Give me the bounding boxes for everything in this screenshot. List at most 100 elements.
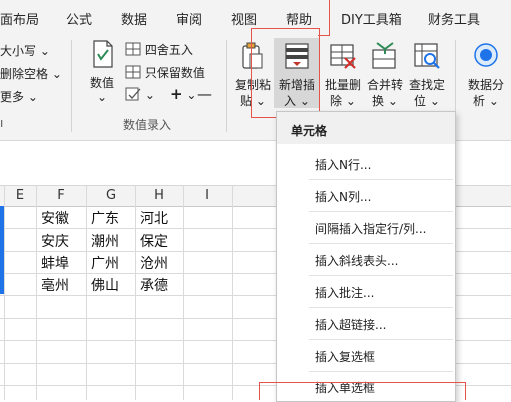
tab-finance-tools[interactable]: 财务工具 [428,9,480,28]
find-locate-button[interactable]: 查找定 位 ⌄ [406,40,448,108]
menu-divider [309,211,453,212]
cell-f2[interactable]: 安庆 [41,231,69,251]
group-divider [226,40,227,132]
menu-item-insert-n-columns[interactable]: 插入N列... [315,188,371,205]
keep-values-button[interactable]: 只保留数值 [125,64,205,81]
tab-review[interactable]: 审阅 [176,9,202,28]
grid-line [183,186,184,400]
remove-spaces-button[interactable]: 删除空格 ⌄ [0,65,62,82]
menu-item-insert-hyperlink[interactable]: 插入超链接... [315,316,386,333]
merge-convert-label-line2: 换 [372,94,385,108]
cell-h3[interactable]: 沧州 [140,253,168,273]
numeric-button[interactable]: 数值 ⌄ [82,40,122,108]
group-label-fragment: ı [0,116,4,130]
minus-button[interactable]: — [197,85,212,103]
menu-divider [309,339,453,340]
chevron-down-icon: ⌄ [488,94,499,108]
cell-g3[interactable]: 广州 [91,253,119,273]
group-label-numeric-entry: 数值录入 [123,118,172,132]
more-button[interactable]: 更多 ⌄ [0,88,38,105]
numeric-document-icon [93,40,113,68]
menu-item-insert-n-rows[interactable]: 插入N行... [315,156,371,173]
cell-h1[interactable]: 河北 [140,208,168,228]
find-locate-label: 查找定 [408,78,445,92]
menu-item-insert-comment[interactable]: 插入批注... [315,284,374,301]
menu-item-interval-insert[interactable]: 间隔插入指定行/列... [315,220,427,237]
cell-g4[interactable]: 佛山 [91,275,119,295]
chevron-down-icon: ⌄ [96,90,108,104]
tab-formulas[interactable]: 公式 [66,9,92,28]
find-locate-label-2: 位 ⌄ [406,92,448,109]
remove-spaces-label: 删除空格 [0,67,49,81]
menu-divider [309,371,453,372]
cell-h4[interactable]: 承德 [140,275,168,295]
menu-divider [309,179,453,180]
chevron-down-icon: ⌄ [345,94,356,108]
menu-section-title: 单元格 [291,124,328,138]
batch-delete-label: 批量删 [324,78,361,92]
round-button[interactable]: 四舍五入 [125,41,193,58]
plus-button[interactable]: + ⌄ [170,85,196,103]
column-header-h[interactable]: H [135,188,183,203]
delete-table-icon [330,44,356,69]
menu-divider [309,275,453,276]
tab-diy-toolbox[interactable]: DIY工具箱 [341,9,402,28]
selection-edge [0,206,4,294]
tab-data[interactable]: 数据 [121,9,147,28]
plus-icon: + [170,85,183,103]
tab-help[interactable]: 帮助 [286,9,312,28]
round-icon [125,42,141,56]
keep-values-label: 只保留数值 [144,66,205,80]
batch-delete-label-2: 除 ⌄ [322,92,364,109]
menu-item-insert-diagonal-header[interactable]: 插入斜线表头... [315,252,398,269]
cell-h2[interactable]: 保定 [140,231,168,251]
grid-line [36,186,37,400]
data-analysis-label-2: 析 ⌄ [462,92,510,109]
grid-line [86,186,87,400]
data-analysis-button[interactable]: 数据分 析 ⌄ [462,40,510,108]
find-icon [414,43,440,69]
data-analysis-label-line2: 析 [473,94,486,108]
chevron-down-icon: ⌄ [48,67,62,81]
menu-divider [309,307,453,308]
analysis-icon [474,43,498,67]
keep-values-icon [125,65,141,79]
merge-convert-label-2: 换 ⌄ [364,92,406,109]
column-header-e[interactable]: E [5,188,35,203]
cell-f3[interactable]: 蚌埠 [41,253,69,273]
merge-icon [372,42,396,69]
tab-page-layout[interactable]: 面布局 [0,9,39,28]
minus-icon: — [197,85,212,103]
column-header-i[interactable]: I [183,188,231,203]
column-header-f[interactable]: F [37,188,85,203]
menu-item-highlight-frame [259,382,466,400]
numeric-label: 数值 [89,76,114,90]
merge-convert-label: 合并转 [366,78,403,92]
batch-delete-button[interactable]: 批量删 除 ⌄ [322,40,364,108]
batch-delete-label-line2: 除 [330,94,343,108]
more-label: 更多 [0,90,25,104]
cell-g1[interactable]: 广东 [91,208,119,228]
chevron-down-icon: ⌄ [429,94,440,108]
cell-g2[interactable]: 潮州 [91,231,119,251]
menu-divider [309,243,453,244]
chevron-down-icon: ⌄ [144,88,155,102]
cell-f1[interactable]: 安徽 [41,208,69,228]
tab-view[interactable]: 视图 [231,9,257,28]
menu-item-insert-checkbox[interactable]: 插入复选框 [315,348,375,365]
chevron-down-icon: ⌄ [36,44,50,58]
data-analysis-label: 数据分 [467,78,504,92]
edit-check-icon [125,87,141,101]
case-change-button[interactable]: 大小写 ⌄ [0,42,50,59]
chevron-down-icon: ⌄ [387,94,398,108]
grid-line [135,186,136,400]
column-header-g[interactable]: G [87,188,135,203]
chevron-down-icon: ⌄ [24,90,38,104]
merge-convert-button[interactable]: 合并转 换 ⌄ [364,40,406,108]
edit-button[interactable]: ⌄ [125,87,155,102]
chevron-down-icon: ⌄ [182,88,197,102]
group-divider [71,40,72,132]
case-change-label: 大小写 [0,44,37,58]
cell-f4[interactable]: 亳州 [41,275,69,295]
insert-dropdown-menu: 单元格 插入N行... 插入N列... 间隔插入指定行/列... 插入斜线表头.… [276,111,456,402]
